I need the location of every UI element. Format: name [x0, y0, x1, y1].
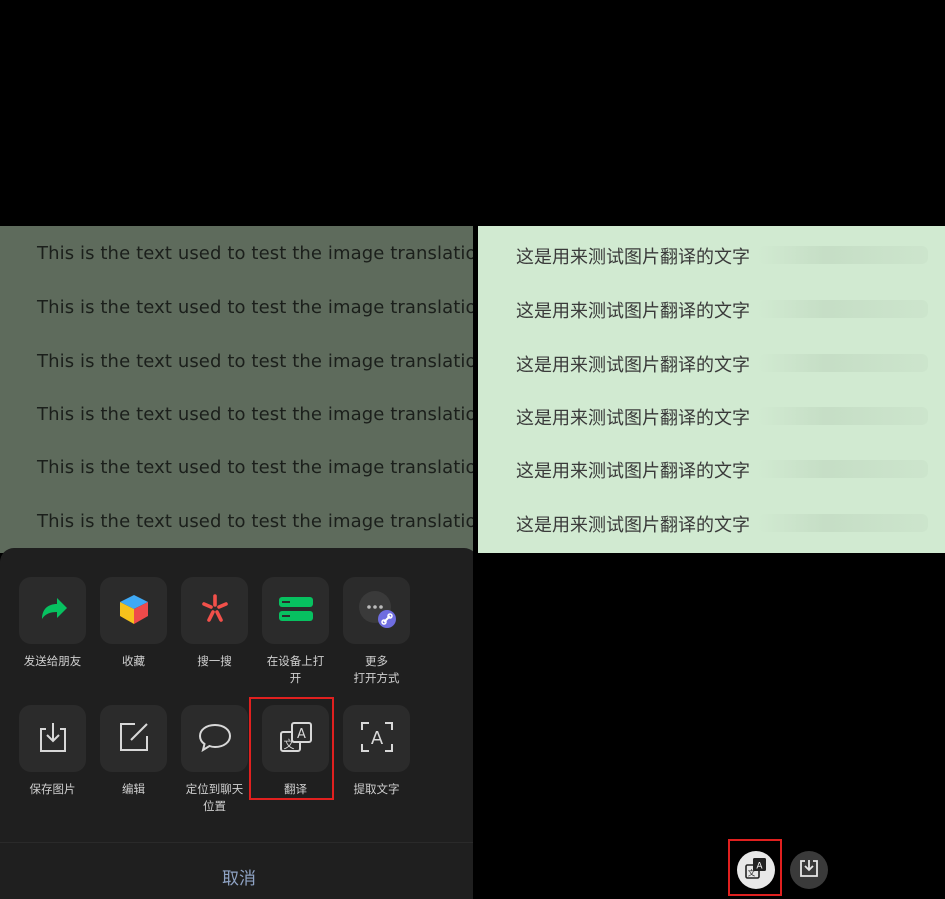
erased-text-area [758, 246, 928, 264]
svg-text:A: A [370, 728, 383, 749]
action-row-2: 保存图片 编辑 定位到聊天位置 A 文 翻译 A 提取文字 [12, 705, 417, 815]
action-label: 收藏 [122, 654, 145, 668]
translated-image: 这是用来测试图片翻译的文字 这是用来测试图片翻译的文字 这是用来测试图片翻译的文… [478, 226, 945, 553]
action-tile [19, 705, 86, 772]
action-tile [100, 705, 167, 772]
forward-arrow-icon [36, 592, 70, 630]
translated-text-line: 这是用来测试图片翻译的文字 [516, 355, 750, 376]
edit-icon [117, 720, 151, 758]
search-star-icon [198, 592, 232, 630]
device-open-icon [278, 594, 314, 628]
open-on-device-button[interactable]: 在设备上打开 [255, 577, 336, 687]
favorites-cube-icon [117, 592, 151, 630]
action-label: 定位到聊天位置 [185, 782, 244, 813]
erased-text-area [758, 354, 928, 372]
chat-bubble-icon [197, 720, 233, 758]
translated-text-line: 这是用来测试图片翻译的文字 [516, 247, 750, 268]
translated-text-line: 这是用来测试图片翻译的文字 [516, 461, 750, 482]
action-tile [181, 705, 248, 772]
right-panel: 这是用来测试图片翻译的文字 这是用来测试图片翻译的文字 这是用来测试图片翻译的文… [478, 0, 945, 899]
source-text-line: This is the text used to test the image … [37, 511, 473, 532]
download-button[interactable] [790, 851, 828, 889]
source-text-line: This is the text used to test the image … [37, 404, 473, 425]
save-image-button[interactable]: 保存图片 [12, 705, 93, 815]
source-image: This is the text used to test the image … [0, 226, 473, 553]
extract-text-icon: A [359, 720, 395, 758]
translate-toggle-highlight-box [728, 839, 782, 896]
cancel-button[interactable]: 取消 [0, 864, 473, 889]
erased-text-area [758, 407, 928, 425]
action-tile [181, 577, 248, 644]
action-tile [19, 577, 86, 644]
source-text-line: This is the text used to test the image … [37, 351, 473, 372]
erased-text-area [758, 460, 928, 478]
divider [0, 842, 473, 843]
erased-text-area [758, 514, 928, 532]
action-label: 保存图片 [29, 782, 76, 796]
translated-text-line: 这是用来测试图片翻译的文字 [516, 408, 750, 429]
action-label: 发送给朋友 [23, 654, 82, 668]
action-tile: A [343, 705, 410, 772]
action-label: 在设备上打开 [266, 654, 325, 685]
action-label: 更多 打开方式 [353, 654, 400, 685]
download-icon [799, 858, 819, 882]
source-text-line: This is the text used to test the image … [37, 243, 473, 264]
action-tile [100, 577, 167, 644]
action-sheet: 发送给朋友 收藏 搜一搜 在设备上打开 更多 打开方式 保存图片 编辑 定位到聊… [0, 548, 473, 899]
action-label: 提取文字 [353, 782, 400, 796]
more-open-icon [357, 589, 397, 633]
extract-text-button[interactable]: A 提取文字 [336, 705, 417, 815]
left-panel: This is the text used to test the image … [0, 0, 473, 899]
action-label: 搜一搜 [197, 654, 232, 668]
locate-in-chat-button[interactable]: 定位到聊天位置 [174, 705, 255, 815]
action-tile [343, 577, 410, 644]
translate-highlight-box [249, 697, 334, 800]
share-to-friend-button[interactable]: 发送给朋友 [12, 577, 93, 687]
action-label: 编辑 [122, 782, 145, 796]
translated-text-line: 这是用来测试图片翻译的文字 [516, 515, 750, 536]
action-row-1: 发送给朋友 收藏 搜一搜 在设备上打开 更多 打开方式 [12, 577, 417, 687]
action-tile [262, 577, 329, 644]
source-text-line: This is the text used to test the image … [37, 457, 473, 478]
erased-text-area [758, 300, 928, 318]
edit-button[interactable]: 编辑 [93, 705, 174, 815]
translated-text-line: 这是用来测试图片翻译的文字 [516, 301, 750, 322]
save-image-icon [37, 720, 69, 758]
source-text-line: This is the text used to test the image … [37, 297, 473, 318]
more-open-options-button[interactable]: 更多 打开方式 [336, 577, 417, 687]
favorite-button[interactable]: 收藏 [93, 577, 174, 687]
search-button[interactable]: 搜一搜 [174, 577, 255, 687]
